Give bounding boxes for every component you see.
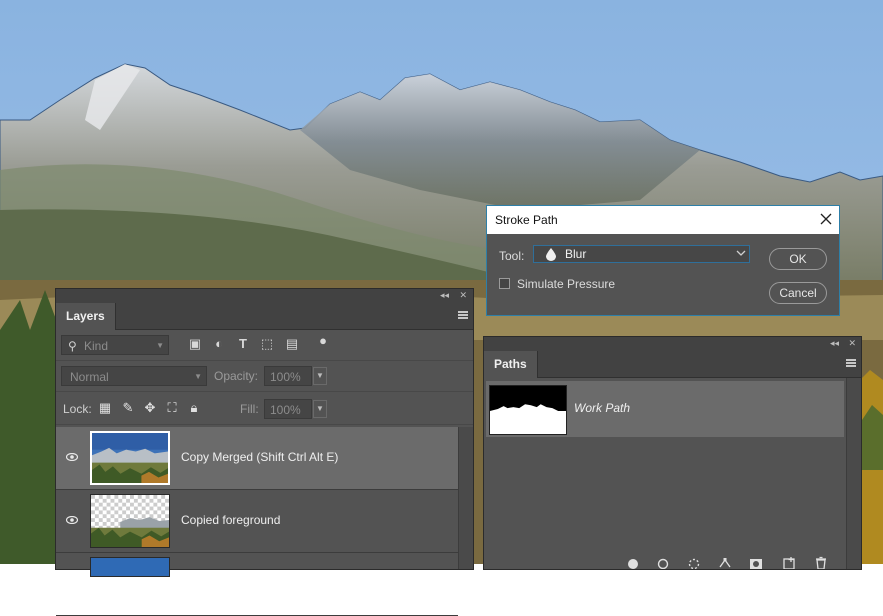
stroke-path-dialog: Stroke Path Tool: Blur Simulate Pressure… (486, 205, 840, 316)
pixel-layer-filter-icon[interactable]: ▣ (188, 337, 202, 351)
collapse-panel-icon[interactable]: ◂◂ (830, 337, 839, 350)
paths-panel-topbar: ◂◂ ✕ (484, 337, 861, 350)
path-name: Work Path (574, 401, 631, 415)
load-as-selection-icon[interactable] (687, 555, 701, 569)
lock-row: Lock: ▦ ✎ ✥ ⛶ 🔒︎ Fill: 100% ▼ (56, 392, 473, 425)
blend-mode-select[interactable]: Normal ▼ (61, 366, 207, 386)
make-work-path-icon[interactable] (718, 555, 732, 569)
layer-thumbnail (90, 431, 170, 485)
tab-paths[interactable]: Paths (484, 351, 538, 378)
dialog-titlebar: Stroke Path (487, 206, 839, 234)
cancel-button[interactable]: Cancel (769, 282, 827, 304)
stroke-path-icon[interactable] (656, 555, 670, 569)
fill-path-icon[interactable] (626, 555, 640, 569)
fill-value: 100% (270, 403, 301, 417)
opacity-dropdown-button[interactable]: ▼ (313, 367, 327, 385)
layer-thumbnail (90, 494, 170, 548)
simulate-pressure-checkbox[interactable] (499, 278, 510, 289)
path-row[interactable]: Work Path (486, 381, 844, 437)
panel-menu-icon[interactable] (846, 359, 856, 367)
tool-select[interactable]: Blur (533, 245, 750, 263)
fill-label: Fill: (240, 402, 259, 416)
kind-filter-select[interactable]: ⚲ Kind ▼ (61, 335, 169, 355)
tool-select-value: Blur (565, 247, 587, 261)
layer-name: Copy Merged (Shift Ctrl Alt E) (181, 450, 339, 464)
blend-mode-value: Normal (70, 370, 109, 384)
layer-row[interactable]: Copy Merged (Shift Ctrl Alt E) (56, 427, 458, 490)
opacity-value: 100% (270, 370, 301, 384)
ok-button[interactable]: OK (769, 248, 827, 270)
trash-icon[interactable] (814, 555, 828, 569)
chevron-down-icon: ▼ (156, 341, 164, 350)
blur-drop-icon (546, 248, 556, 261)
type-layer-filter-icon[interactable]: T (236, 337, 250, 351)
layer-row[interactable]: Copied foreground (56, 490, 458, 553)
lock-label: Lock: (63, 402, 92, 416)
opacity-input[interactable]: 100% (264, 366, 312, 386)
kind-filter-label: Kind (84, 339, 109, 353)
close-icon[interactable] (819, 212, 833, 226)
collapse-panel-icon[interactable]: ◂◂ (440, 289, 449, 302)
close-panel-icon[interactable]: ✕ (848, 337, 856, 350)
paths-panel: ◂◂ ✕ Paths Work Path (483, 336, 862, 570)
layer-name: Copied foreground (181, 513, 281, 527)
create-new-path-icon[interactable] (782, 555, 796, 569)
layers-panel-topbar: ◂◂ ✕ (56, 289, 473, 302)
simulate-pressure-label: Simulate Pressure (517, 277, 616, 291)
chevron-down-icon (736, 250, 746, 256)
layer-thumbnail (90, 557, 170, 577)
fill-dropdown-button[interactable]: ▼ (313, 400, 327, 418)
blend-mode-row: Normal ▼ Opacity: 100% ▼ (56, 361, 473, 392)
lock-artboard-icon[interactable]: ⛶ (165, 401, 179, 415)
layer-filter-row: ⚲ Kind ▼ ▣ ◐ T ⬚ ▤ ● (56, 330, 473, 361)
add-mask-icon[interactable] (749, 555, 763, 569)
chevron-down-icon: ▼ (194, 372, 202, 381)
layer-row[interactable] (56, 553, 458, 616)
opacity-label: Opacity: (214, 369, 259, 383)
layers-panel: ◂◂ ✕ Layers ⚲ Kind ▼ ▣ ◐ T ⬚ ▤ ● Normal … (55, 288, 474, 616)
layers-tab-row: Layers (56, 302, 473, 330)
lock-position-icon[interactable]: ✥ (143, 401, 157, 415)
layers-scrollbar[interactable] (458, 427, 473, 569)
visibility-eye-icon[interactable] (66, 453, 78, 461)
paths-scrollbar[interactable] (846, 378, 861, 569)
tool-label: Tool: (499, 249, 525, 263)
dialog-title: Stroke Path (495, 213, 558, 227)
filter-toggle-icon[interactable]: ● (316, 334, 330, 348)
panel-menu-icon[interactable] (458, 311, 468, 319)
smart-object-filter-icon[interactable]: ▤ (285, 337, 299, 351)
fill-input[interactable]: 100% (264, 399, 312, 419)
search-icon: ⚲ (68, 339, 77, 353)
lock-transparent-pixels-icon[interactable]: ▦ (98, 401, 112, 415)
shape-layer-filter-icon[interactable]: ⬚ (260, 337, 274, 351)
visibility-eye-icon[interactable] (66, 516, 78, 524)
path-thumbnail (489, 385, 567, 435)
close-panel-icon[interactable]: ✕ (459, 289, 467, 302)
lock-image-pixels-icon[interactable]: ✎ (121, 401, 135, 415)
adjustment-layer-filter-icon[interactable]: ◐ (212, 337, 226, 351)
paths-tab-row: Paths (484, 350, 861, 378)
lock-all-icon[interactable]: 🔒︎ (187, 401, 201, 415)
tab-layers[interactable]: Layers (56, 303, 116, 330)
